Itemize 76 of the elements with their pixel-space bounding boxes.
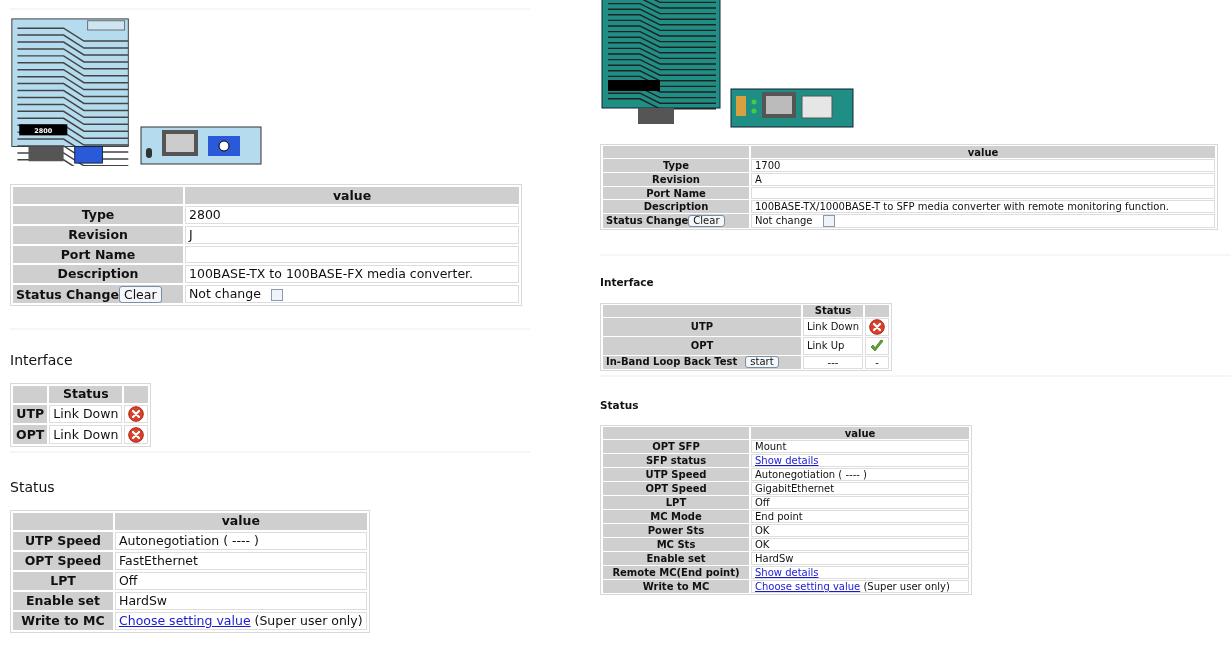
value-text: OK: [755, 539, 770, 551]
row-label: Revision: [603, 173, 749, 186]
section-title: Interface: [600, 276, 655, 289]
start-button[interactable]: start: [745, 356, 779, 369]
row-label: OPT Speed: [13, 551, 113, 570]
value-text: FastEthernet: [119, 552, 198, 568]
row-label: Power Sts: [603, 524, 749, 538]
value-text: HardSw: [119, 592, 168, 608]
row-label: MC Mode: [603, 510, 749, 524]
value-text: Off: [119, 572, 138, 588]
value-text: Not change: [189, 286, 261, 301]
result-text: -: [865, 355, 889, 369]
row-label: Enable set: [13, 591, 113, 610]
column-header: value: [185, 187, 519, 204]
row-label: Status Change: [16, 286, 119, 302]
row-label: Description: [13, 265, 183, 283]
row-label: Write to MC: [13, 611, 113, 630]
row-label: Revision: [13, 226, 183, 244]
row-label: UTP Speed: [603, 468, 749, 482]
value-text: 100BASE-TX/1000BASE-T to SFP media converter with remote monitoring function.: [755, 201, 1169, 212]
row-label: UTP Speed: [13, 531, 113, 550]
note-text: (Super user only): [254, 612, 363, 628]
column-header: value: [751, 427, 969, 440]
column-header: value: [751, 146, 1215, 158]
note-text: (Super user only): [863, 581, 950, 593]
value-text: A: [755, 174, 762, 185]
checkbox[interactable]: [822, 215, 835, 227]
row-label: MC Sts: [603, 538, 749, 552]
column-header: Status: [49, 385, 123, 403]
row-label: SFP status: [603, 454, 749, 468]
value-text: HardSw: [755, 553, 794, 565]
row-label: Port Name: [13, 246, 183, 263]
row-label: Type: [603, 159, 749, 172]
value-text: Mount: [755, 441, 787, 453]
row-label: OPT: [603, 336, 801, 355]
status-text: Link Down: [49, 404, 123, 424]
setting-link[interactable]: Choose setting value: [755, 581, 861, 593]
row-label: OPT SFP: [603, 440, 749, 454]
row-label: Enable set: [603, 552, 749, 566]
row-label: OPT Speed: [603, 482, 749, 496]
row-label: LPT: [603, 496, 749, 510]
row-label: Remote MC(End point): [603, 566, 749, 580]
row-label: Status Change: [606, 215, 689, 226]
row-label: Description: [603, 200, 749, 213]
row-label: Type: [13, 206, 183, 224]
value-text: 2800: [189, 207, 221, 222]
column-header: Status: [803, 304, 863, 317]
row-label: UTP: [603, 317, 801, 336]
value-text: 100BASE-TX to 100BASE-FX media converter.: [189, 266, 474, 281]
status-text: Link Up: [803, 336, 863, 355]
value-text: OK: [755, 525, 770, 537]
value-text: Autonegotiation ( ---- ): [755, 469, 867, 481]
value-text: 1700: [755, 160, 781, 171]
value-text: Not change: [755, 215, 813, 226]
status-text: Link Down: [49, 425, 123, 444]
setting-link[interactable]: Choose setting value: [119, 612, 251, 628]
column-header: value: [115, 512, 367, 530]
value-text: GigabitEthernet: [755, 483, 835, 495]
value-text: End point: [755, 511, 803, 523]
status-text: ---: [803, 355, 863, 369]
value-text: Autonegotiation ( ---- ): [119, 532, 259, 548]
section-title: Status: [600, 398, 640, 412]
row-label: In-Band Loop Back Test: [606, 356, 738, 368]
clear-button[interactable]: Clear: [118, 285, 162, 303]
row-label: OPT: [13, 425, 48, 444]
value-text: J: [189, 227, 193, 242]
row-label: Write to MC: [603, 580, 749, 594]
clear-button[interactable]: Clear: [688, 215, 725, 227]
section-title: Status: [10, 478, 56, 496]
row-label: UTP: [13, 404, 48, 424]
section-title: Interface: [10, 352, 74, 369]
row-label: LPT: [13, 571, 113, 590]
status-text: Link Down: [803, 317, 863, 336]
checkbox[interactable]: [270, 288, 283, 301]
value-text: Off: [755, 497, 770, 509]
row-label: Port Name: [603, 187, 749, 199]
